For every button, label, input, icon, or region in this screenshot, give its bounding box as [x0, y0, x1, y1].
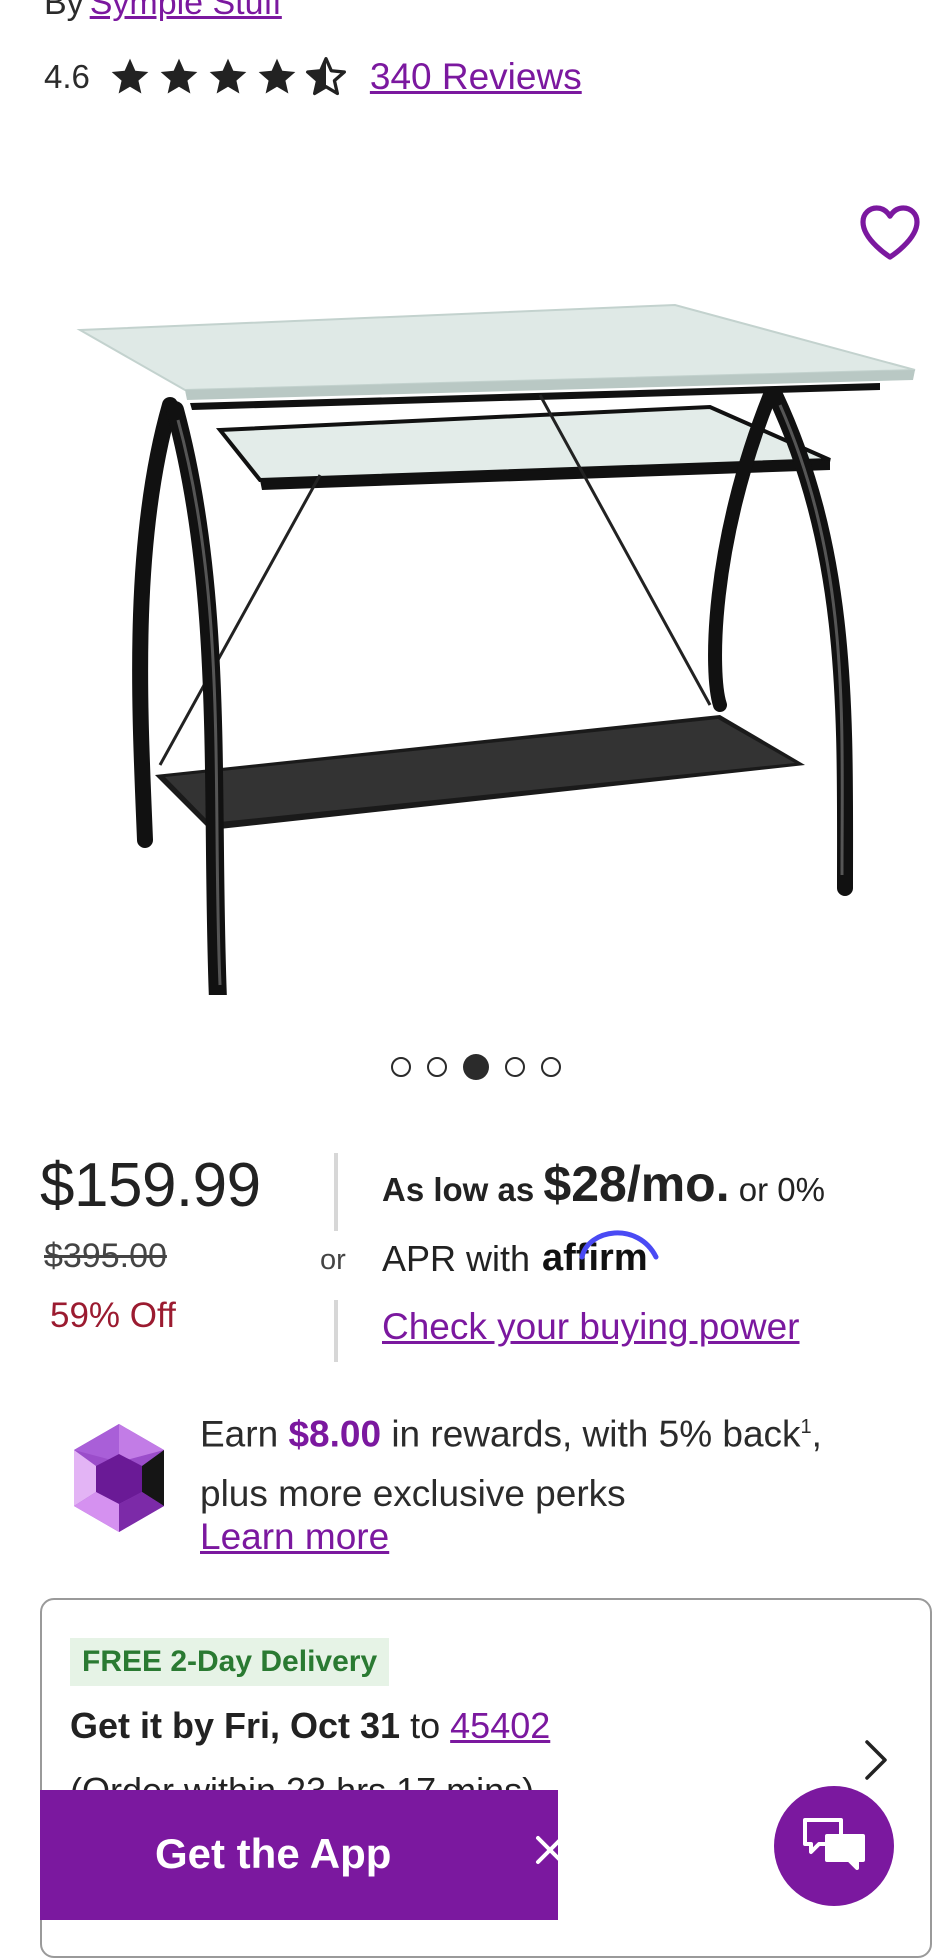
get-app-label: Get the App: [155, 1830, 392, 1877]
monthly-price: $28/mo.: [543, 1156, 730, 1212]
learn-more-link[interactable]: Learn more: [200, 1516, 389, 1558]
reviews-link[interactable]: 340 Reviews: [370, 56, 582, 98]
buying-power-link[interactable]: Check your buying power: [382, 1306, 800, 1348]
rewards-rate: in rewards, with 5% back: [391, 1413, 801, 1455]
apr-with-label: APR with: [382, 1238, 531, 1279]
to-label: to: [410, 1705, 441, 1746]
carousel-dot[interactable]: [391, 1057, 411, 1077]
star-full-icon: [160, 58, 198, 94]
chat-button[interactable]: [774, 1786, 894, 1906]
heart-icon[interactable]: [858, 203, 922, 261]
rating-row: 4.6 340 Reviews: [44, 52, 582, 102]
discount-label: 59% Off: [50, 1296, 176, 1335]
chevron-right-icon[interactable]: [862, 1738, 890, 1782]
or-label: or: [320, 1244, 346, 1276]
carousel-dot[interactable]: [541, 1057, 561, 1077]
zero-apr-label: or 0%: [738, 1171, 826, 1208]
brand-prefix: By: [44, 0, 84, 22]
rating-value: 4.6: [44, 58, 90, 95]
financing-line-2: APR with affirm: [382, 1230, 659, 1280]
star-full-icon: [111, 58, 149, 94]
delivery-date: Get it by Fri, Oct 31: [70, 1705, 401, 1746]
star-rating: [108, 55, 348, 99]
original-price: $395.00: [44, 1237, 167, 1275]
rewards-comma: ,: [811, 1413, 822, 1455]
rewards-perks-text: plus more exclusive perks: [200, 1473, 626, 1515]
free-delivery-badge: FREE 2-Day Delivery: [70, 1638, 390, 1686]
affirm-arc-icon: [579, 1230, 659, 1260]
delivery-estimate: Get it by Fri, Oct 31 to 45402: [70, 1705, 550, 1747]
rewards-gem-icon: [74, 1424, 164, 1532]
as-low-as-label: As low as: [382, 1171, 535, 1208]
get-app-banner[interactable]: Get the App: [40, 1790, 564, 1920]
divider: [334, 1300, 338, 1362]
financing-line: As low as $28/mo. or 0%: [382, 1155, 825, 1213]
current-price: $159.99: [40, 1151, 261, 1220]
carousel-dot[interactable]: [427, 1057, 447, 1077]
product-image[interactable]: [70, 295, 930, 995]
chat-bubbles-icon: [803, 1818, 865, 1870]
star-full-icon: [209, 58, 247, 94]
star-half-icon: [305, 57, 346, 96]
close-icon[interactable]: [532, 1832, 568, 1868]
earn-label: Earn: [200, 1413, 279, 1455]
brand-link[interactable]: Symple Stuff: [90, 0, 282, 22]
divider: [334, 1153, 338, 1231]
rewards-text: Earn $8.00 in rewards, with 5% back1, pl…: [200, 1397, 920, 1524]
affirm-logo: affirm: [542, 1230, 659, 1280]
footnote-marker: 1: [800, 1416, 812, 1438]
carousel-dot[interactable]: [505, 1057, 525, 1077]
star-full-icon: [258, 58, 296, 94]
image-carousel-dots: [0, 1054, 952, 1080]
rewards-amount: $8.00: [288, 1413, 382, 1455]
brand-line: By Symple Stuff: [44, 0, 282, 23]
carousel-dot-active[interactable]: [463, 1054, 489, 1080]
zip-code-link[interactable]: 45402: [450, 1705, 550, 1746]
